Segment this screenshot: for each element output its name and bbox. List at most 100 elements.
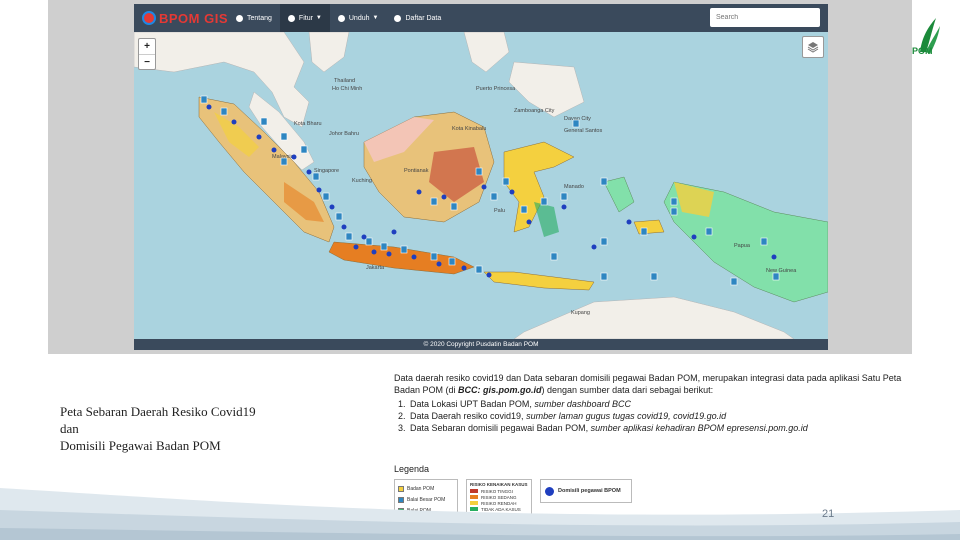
upt-location-marker[interactable] (280, 132, 288, 141)
domicile-marker[interactable] (481, 184, 487, 190)
domicile-marker[interactable] (561, 204, 567, 210)
upt-location-marker[interactable] (335, 212, 343, 221)
domicile-marker[interactable] (526, 219, 532, 225)
nav-item-label: Daftar Data (405, 14, 442, 22)
upt-location-marker[interactable] (670, 207, 678, 216)
upt-location-marker[interactable] (550, 252, 558, 261)
description-intro: Data daerah resiko covid19 dan Data seba… (394, 373, 902, 395)
upt-location-marker[interactable] (560, 192, 568, 201)
upt-location-marker[interactable] (600, 272, 608, 281)
upt-location-marker[interactable] (322, 192, 330, 201)
domicile-marker[interactable] (411, 254, 417, 260)
upt-location-marker[interactable] (300, 145, 308, 154)
slide-title-line-1: Peta Sebaran Daerah Resiko Covid19 (60, 404, 256, 419)
domicile-marker[interactable] (256, 134, 262, 140)
zoom-out-button[interactable]: − (139, 55, 155, 70)
map-place-label: Jakarta (366, 265, 385, 271)
slide-title-line-2: dan (60, 421, 79, 436)
upt-location-marker[interactable] (572, 119, 580, 128)
slide-title-line-3: Domisili Pegawai Badan POM (60, 438, 221, 453)
domicile-marker[interactable] (316, 187, 322, 193)
domicile-marker[interactable] (436, 261, 442, 267)
upt-location-marker[interactable] (600, 177, 608, 186)
domicile-marker[interactable] (306, 169, 312, 175)
upt-location-marker[interactable] (345, 232, 353, 241)
map-place-label: Thailand (334, 78, 355, 84)
upt-location-marker[interactable] (448, 257, 456, 266)
map-place-label: New Guinea (766, 268, 797, 274)
page-number: 21 (822, 508, 835, 520)
map-place-label: Kupang (571, 310, 590, 316)
bpom-logo-icon (142, 11, 156, 25)
footer-wave (0, 488, 960, 540)
nav-item-fitur[interactable]: Fitur ▼ (279, 4, 330, 32)
upt-location-marker[interactable] (640, 227, 648, 236)
map-place-label: General Santos (564, 128, 602, 134)
upt-location-marker[interactable] (772, 272, 780, 281)
nav-item-icon (236, 14, 243, 22)
domicile-marker[interactable] (206, 104, 212, 110)
zoom-in-button[interactable]: + (139, 39, 155, 55)
slide-title: Peta Sebaran Daerah Resiko Covid19 dan D… (60, 403, 360, 454)
domicile-marker[interactable] (441, 194, 447, 200)
domicile-marker[interactable] (771, 254, 777, 260)
domicile-marker[interactable] (461, 265, 467, 271)
upt-location-marker[interactable] (540, 197, 548, 206)
nav-item-icon (337, 14, 345, 22)
domicile-marker[interactable] (361, 234, 367, 240)
nav-item-tentang[interactable]: Tentang (228, 4, 280, 32)
caret-down-icon: ▼ (372, 15, 379, 21)
upt-location-marker[interactable] (520, 205, 528, 214)
caret-down-icon: ▼ (315, 15, 322, 21)
domicile-marker[interactable] (291, 154, 297, 160)
domicile-marker[interactable] (509, 189, 515, 195)
zoom-control: + − (138, 38, 156, 70)
map-copyright: © 2020 Copyright Pusdatin Badan POM (134, 339, 828, 350)
upt-location-marker[interactable] (475, 167, 483, 176)
upt-location-marker[interactable] (730, 277, 738, 286)
upt-location-marker[interactable] (450, 202, 458, 211)
upt-location-marker[interactable] (260, 117, 268, 126)
domicile-marker[interactable] (626, 219, 632, 225)
map-place-label: Johor Bahru (329, 131, 359, 137)
upt-location-marker[interactable] (600, 237, 608, 246)
upt-location-marker[interactable] (400, 245, 408, 254)
domicile-marker[interactable] (371, 249, 377, 255)
upt-location-marker[interactable] (200, 95, 208, 104)
domicile-marker[interactable] (329, 204, 335, 210)
upt-location-marker[interactable] (312, 172, 320, 181)
upt-location-marker[interactable] (670, 197, 678, 206)
logo-text: POM (912, 46, 933, 56)
upt-location-marker[interactable] (220, 107, 228, 116)
nav-item-daftar-data[interactable]: Daftar Data (386, 4, 449, 32)
domicile-marker[interactable] (271, 147, 277, 153)
domicile-marker[interactable] (391, 229, 397, 235)
app-brand[interactable]: BPOM GIS (142, 4, 228, 32)
upt-location-marker[interactable] (280, 157, 288, 166)
upt-location-marker[interactable] (650, 272, 658, 281)
upt-location-marker[interactable] (705, 227, 713, 236)
domicile-marker[interactable] (416, 189, 422, 195)
upt-location-marker[interactable] (430, 252, 438, 261)
nav-item-unduh[interactable]: Unduh ▼ (330, 4, 387, 32)
domicile-marker[interactable] (353, 244, 359, 250)
upt-location-marker[interactable] (502, 177, 510, 186)
layers-button[interactable] (802, 36, 824, 58)
upt-location-marker[interactable] (760, 237, 768, 246)
upt-location-marker[interactable] (365, 237, 373, 246)
upt-location-marker[interactable] (490, 192, 498, 201)
upt-location-marker[interactable] (475, 265, 483, 274)
domicile-marker[interactable] (486, 272, 492, 278)
upt-location-marker[interactable] (430, 197, 438, 206)
search-input[interactable] (710, 8, 820, 27)
map-place-label: Puerto Princesa (476, 86, 516, 92)
upt-location-marker[interactable] (380, 242, 388, 251)
app-navbar: BPOM GIS Tentang Fitur ▼ Unduh ▼ Daftar Data (134, 4, 828, 32)
domicile-marker[interactable] (231, 119, 237, 125)
domicile-marker[interactable] (591, 244, 597, 250)
domicile-marker[interactable] (691, 234, 697, 240)
map-place-label: Zamboanga City (514, 108, 555, 114)
domicile-marker[interactable] (386, 251, 392, 257)
domicile-marker[interactable] (341, 224, 347, 230)
indonesia-map[interactable]: Thailand Ho Chi Minh Puerto Princesa Zamboa… (134, 32, 828, 339)
